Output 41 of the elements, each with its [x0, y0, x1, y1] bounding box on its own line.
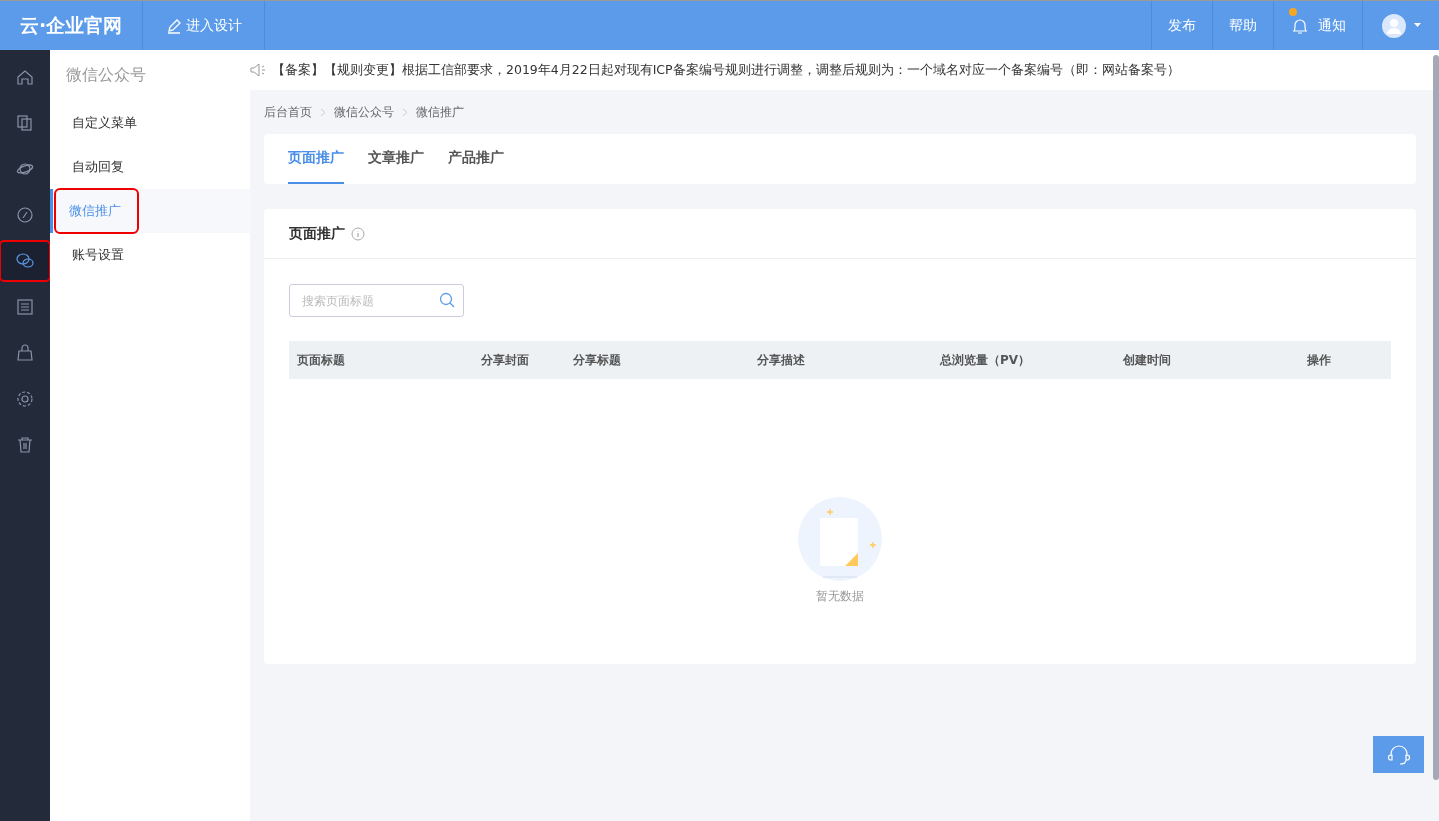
nav-item[interactable]: 微信推广	[50, 189, 250, 233]
search-field[interactable]: 搜索页面标题	[289, 284, 464, 317]
column-header: 分享标题	[572, 351, 622, 369]
tab[interactable]: 产品推广	[448, 134, 504, 184]
nav-item[interactable]: 账号设置	[50, 233, 250, 277]
column-header: 操作	[1306, 351, 1332, 369]
caret-icon	[1413, 23, 1421, 28]
section-title: 微信公众号	[65, 64, 147, 86]
planet-icon	[16, 160, 34, 178]
tab[interactable]: 文章推广	[368, 134, 424, 184]
trash-icon	[16, 436, 34, 454]
tab[interactable]: 页面推广	[288, 134, 344, 184]
panel-title: 页面推广	[289, 224, 345, 243]
rail-item[interactable]	[1, 242, 49, 280]
support-button[interactable]	[1373, 736, 1424, 773]
column-header: 分享描述	[756, 351, 806, 369]
nav-item[interactable]: 自定义菜单	[50, 101, 250, 145]
breadcrumb-current: 微信推广	[416, 103, 464, 121]
column-header: 创建时间	[1122, 351, 1172, 369]
pencil-icon	[165, 17, 182, 34]
scrollbar-thumb[interactable]	[1433, 55, 1439, 780]
pages-icon	[16, 114, 34, 132]
info-icon	[351, 226, 365, 241]
column-header: 总浏览量（PV）	[938, 351, 1032, 369]
gear-icon	[16, 390, 34, 408]
column-header: 分享封面	[480, 351, 530, 369]
empty-text: 暂无数据	[816, 588, 864, 605]
speaker-icon	[250, 62, 266, 78]
column-header: 页面标题	[296, 351, 346, 369]
chevron-icon	[402, 107, 408, 117]
nav-item[interactable]: 自动回复	[50, 145, 250, 189]
notice-text: 【备案】【规则变更】根据工信部要求，2019年4月22日起对现有ICP备案编号规则进行调整，调整后规则为：一个域名对应一个备案编号（即：网站备案号）	[272, 61, 1180, 79]
avatar-icon	[1381, 13, 1406, 38]
breadcrumb-link[interactable]: 微信公众号	[334, 103, 394, 121]
bag-icon	[16, 344, 34, 362]
chevron-icon	[320, 107, 326, 117]
chat-icon	[16, 252, 34, 270]
breadcrumb-link[interactable]: 后台首页	[264, 103, 312, 121]
home-icon	[16, 68, 34, 86]
search-icon	[439, 292, 455, 308]
list-icon	[16, 298, 34, 316]
